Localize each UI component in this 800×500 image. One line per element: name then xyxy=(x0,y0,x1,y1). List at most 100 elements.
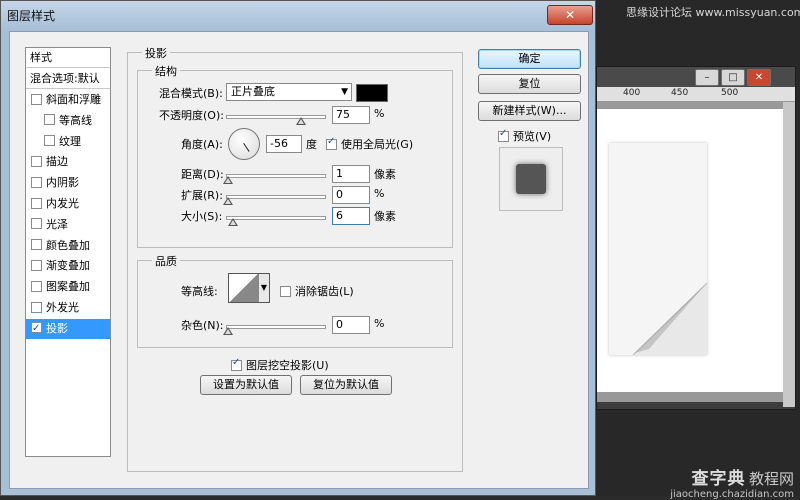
chevron-down-icon: ▼ xyxy=(260,283,268,292)
vertical-scrollbar[interactable] xyxy=(783,102,795,407)
quality-title: 品质 xyxy=(152,253,180,269)
reset-button[interactable]: 复位 xyxy=(478,74,581,94)
spread-percent: % xyxy=(374,187,385,200)
checkbox-icon[interactable] xyxy=(44,114,55,126)
checkbox-icon[interactable] xyxy=(31,280,42,292)
structure-title: 结构 xyxy=(152,63,180,79)
style-list-item[interactable]: 光泽 xyxy=(26,215,110,235)
style-list-item-label: 等高线 xyxy=(59,113,92,127)
opacity-slider[interactable] xyxy=(226,115,326,119)
preview-checkbox[interactable]: 预览(V) xyxy=(498,128,551,144)
noise-slider-thumb[interactable] xyxy=(223,327,233,335)
style-list-item[interactable]: 内发光 xyxy=(26,194,110,214)
style-list-item[interactable]: 颜色叠加 xyxy=(26,236,110,256)
contour-preview[interactable] xyxy=(228,273,260,303)
antialias-checkbox[interactable]: 消除锯齿(L) xyxy=(280,283,354,299)
checkbox-icon xyxy=(326,136,337,150)
preview-swatch xyxy=(516,164,546,194)
angle-input[interactable]: -56 xyxy=(266,135,302,153)
checkbox-icon xyxy=(498,128,509,142)
checkbox-icon[interactable] xyxy=(44,135,55,147)
drop-shadow-group: 投影 结构 混合模式(B): 正片叠底 ▼ 不透明度(O): 75 % 角度(A… xyxy=(127,45,463,472)
global-light-label: 使用全局光(G) xyxy=(341,138,414,151)
checkbox-icon[interactable] xyxy=(31,301,42,313)
style-list-item-label: 纹理 xyxy=(59,134,81,148)
dialog-titlebar[interactable]: 图层样式 ✕ xyxy=(1,1,595,29)
style-preview xyxy=(499,147,563,211)
dialog-close-button[interactable]: ✕ xyxy=(547,5,593,25)
spread-label: 扩展(R): xyxy=(181,189,223,202)
style-list-item[interactable]: 斜面和浮雕 xyxy=(26,90,110,110)
set-default-button[interactable]: 设置为默认值 xyxy=(200,375,292,395)
chevron-down-icon: ▼ xyxy=(341,87,348,97)
size-slider-thumb[interactable] xyxy=(228,218,238,226)
blend-mode-select[interactable]: 正片叠底 ▼ xyxy=(226,83,352,101)
style-list-item-label: 斜面和浮雕 xyxy=(46,93,101,106)
noise-input[interactable]: 0 xyxy=(332,316,370,334)
size-slider[interactable] xyxy=(226,216,326,220)
watermark-top: 思缘设计论坛 www.missyuan.com xyxy=(626,6,800,19)
ruler-tick-label: 500 xyxy=(721,88,739,98)
spread-input[interactable]: 0 xyxy=(332,186,370,204)
close-document-button[interactable]: ✕ xyxy=(747,69,771,86)
style-list-item[interactable]: 渐变叠加 xyxy=(26,256,110,276)
blend-mode-value: 正片叠底 xyxy=(231,85,275,98)
maximize-button[interactable]: □ xyxy=(721,69,745,86)
checkbox-icon[interactable] xyxy=(31,218,42,230)
angle-dial[interactable] xyxy=(228,128,260,160)
style-list-header[interactable]: 样式 xyxy=(26,48,110,68)
style-list-item[interactable]: 外发光 xyxy=(26,298,110,318)
horizontal-ruler: 400 450 500 xyxy=(597,87,795,102)
knockout-checkbox[interactable]: 图层挖空投影(U) xyxy=(231,357,329,373)
style-list-item[interactable]: 描边 xyxy=(26,152,110,172)
style-list-item-label: 内发光 xyxy=(46,197,79,210)
dialog-client: 样式 混合选项:默认 斜面和浮雕等高线纹理描边 内阴影内发光光泽颜色叠加渐变叠加图… xyxy=(9,31,589,489)
noise-slider[interactable] xyxy=(226,325,326,329)
new-style-button[interactable]: 新建样式(W)... xyxy=(478,101,581,121)
shadow-color-swatch[interactable] xyxy=(356,84,388,102)
style-list-item-label: 渐变叠加 xyxy=(46,259,90,273)
size-input[interactable]: 6 xyxy=(332,207,370,225)
canvas[interactable] xyxy=(597,109,783,392)
style-list-item-label: 图案叠加 xyxy=(46,280,90,294)
reset-default-button[interactable]: 复位为默认值 xyxy=(300,375,392,395)
opacity-slider-thumb[interactable] xyxy=(296,117,306,125)
style-list-item-label: 投影 xyxy=(46,321,68,335)
spread-slider[interactable] xyxy=(226,195,326,199)
style-list-item-label: 外发光 xyxy=(46,301,79,314)
watermark-brand: 查字典 xyxy=(691,469,746,489)
structure-group: 结构 混合模式(B): 正片叠底 ▼ 不透明度(O): 75 % 角度(A): … xyxy=(137,63,453,248)
canvas-area[interactable] xyxy=(597,102,783,402)
contour-dropdown[interactable]: ▼ xyxy=(259,273,270,303)
angle-unit: 度 xyxy=(306,138,317,151)
style-list-item[interactable]: 纹理 xyxy=(26,132,110,152)
checkbox-icon[interactable] xyxy=(31,239,42,251)
spread-slider-thumb[interactable] xyxy=(223,197,233,205)
checkbox-icon xyxy=(231,357,242,371)
distance-slider-thumb[interactable] xyxy=(223,176,233,184)
checkbox-icon[interactable] xyxy=(31,259,42,271)
ok-button[interactable]: 确定 xyxy=(478,49,581,69)
style-list-item[interactable]: 内阴影 xyxy=(26,173,110,193)
checkbox-icon[interactable] xyxy=(31,176,42,188)
checkbox-icon[interactable] xyxy=(31,197,42,209)
checkbox-icon[interactable] xyxy=(31,155,42,167)
checkbox-icon[interactable] xyxy=(31,93,42,105)
style-list-item-label: 颜色叠加 xyxy=(46,238,90,252)
checkbox-icon[interactable] xyxy=(31,319,42,339)
style-list-item[interactable]: 图案叠加 xyxy=(26,277,110,297)
blend-options-item[interactable]: 混合选项:默认 xyxy=(26,69,110,89)
knockout-label: 图层挖空投影(U) xyxy=(246,359,329,372)
style-list-item[interactable]: 投影 xyxy=(26,318,110,339)
style-list-item[interactable]: 等高线 xyxy=(26,111,110,131)
noise-percent: % xyxy=(374,317,385,330)
angle-dial-hand xyxy=(243,143,250,152)
watermark-brand-2: 教程网 xyxy=(748,470,794,488)
minimize-button[interactable]: – xyxy=(695,69,719,86)
distance-slider[interactable] xyxy=(226,174,326,178)
opacity-input[interactable]: 75 xyxy=(332,106,370,124)
distance-input[interactable]: 1 xyxy=(332,165,370,183)
layer-style-dialog: 图层样式 ✕ 样式 混合选项:默认 斜面和浮雕等高线纹理描边 内阴影内发光光泽颜色… xyxy=(0,0,596,496)
angle-label: 角度(A): xyxy=(181,138,223,151)
global-light-checkbox[interactable]: 使用全局光(G) xyxy=(326,136,413,152)
